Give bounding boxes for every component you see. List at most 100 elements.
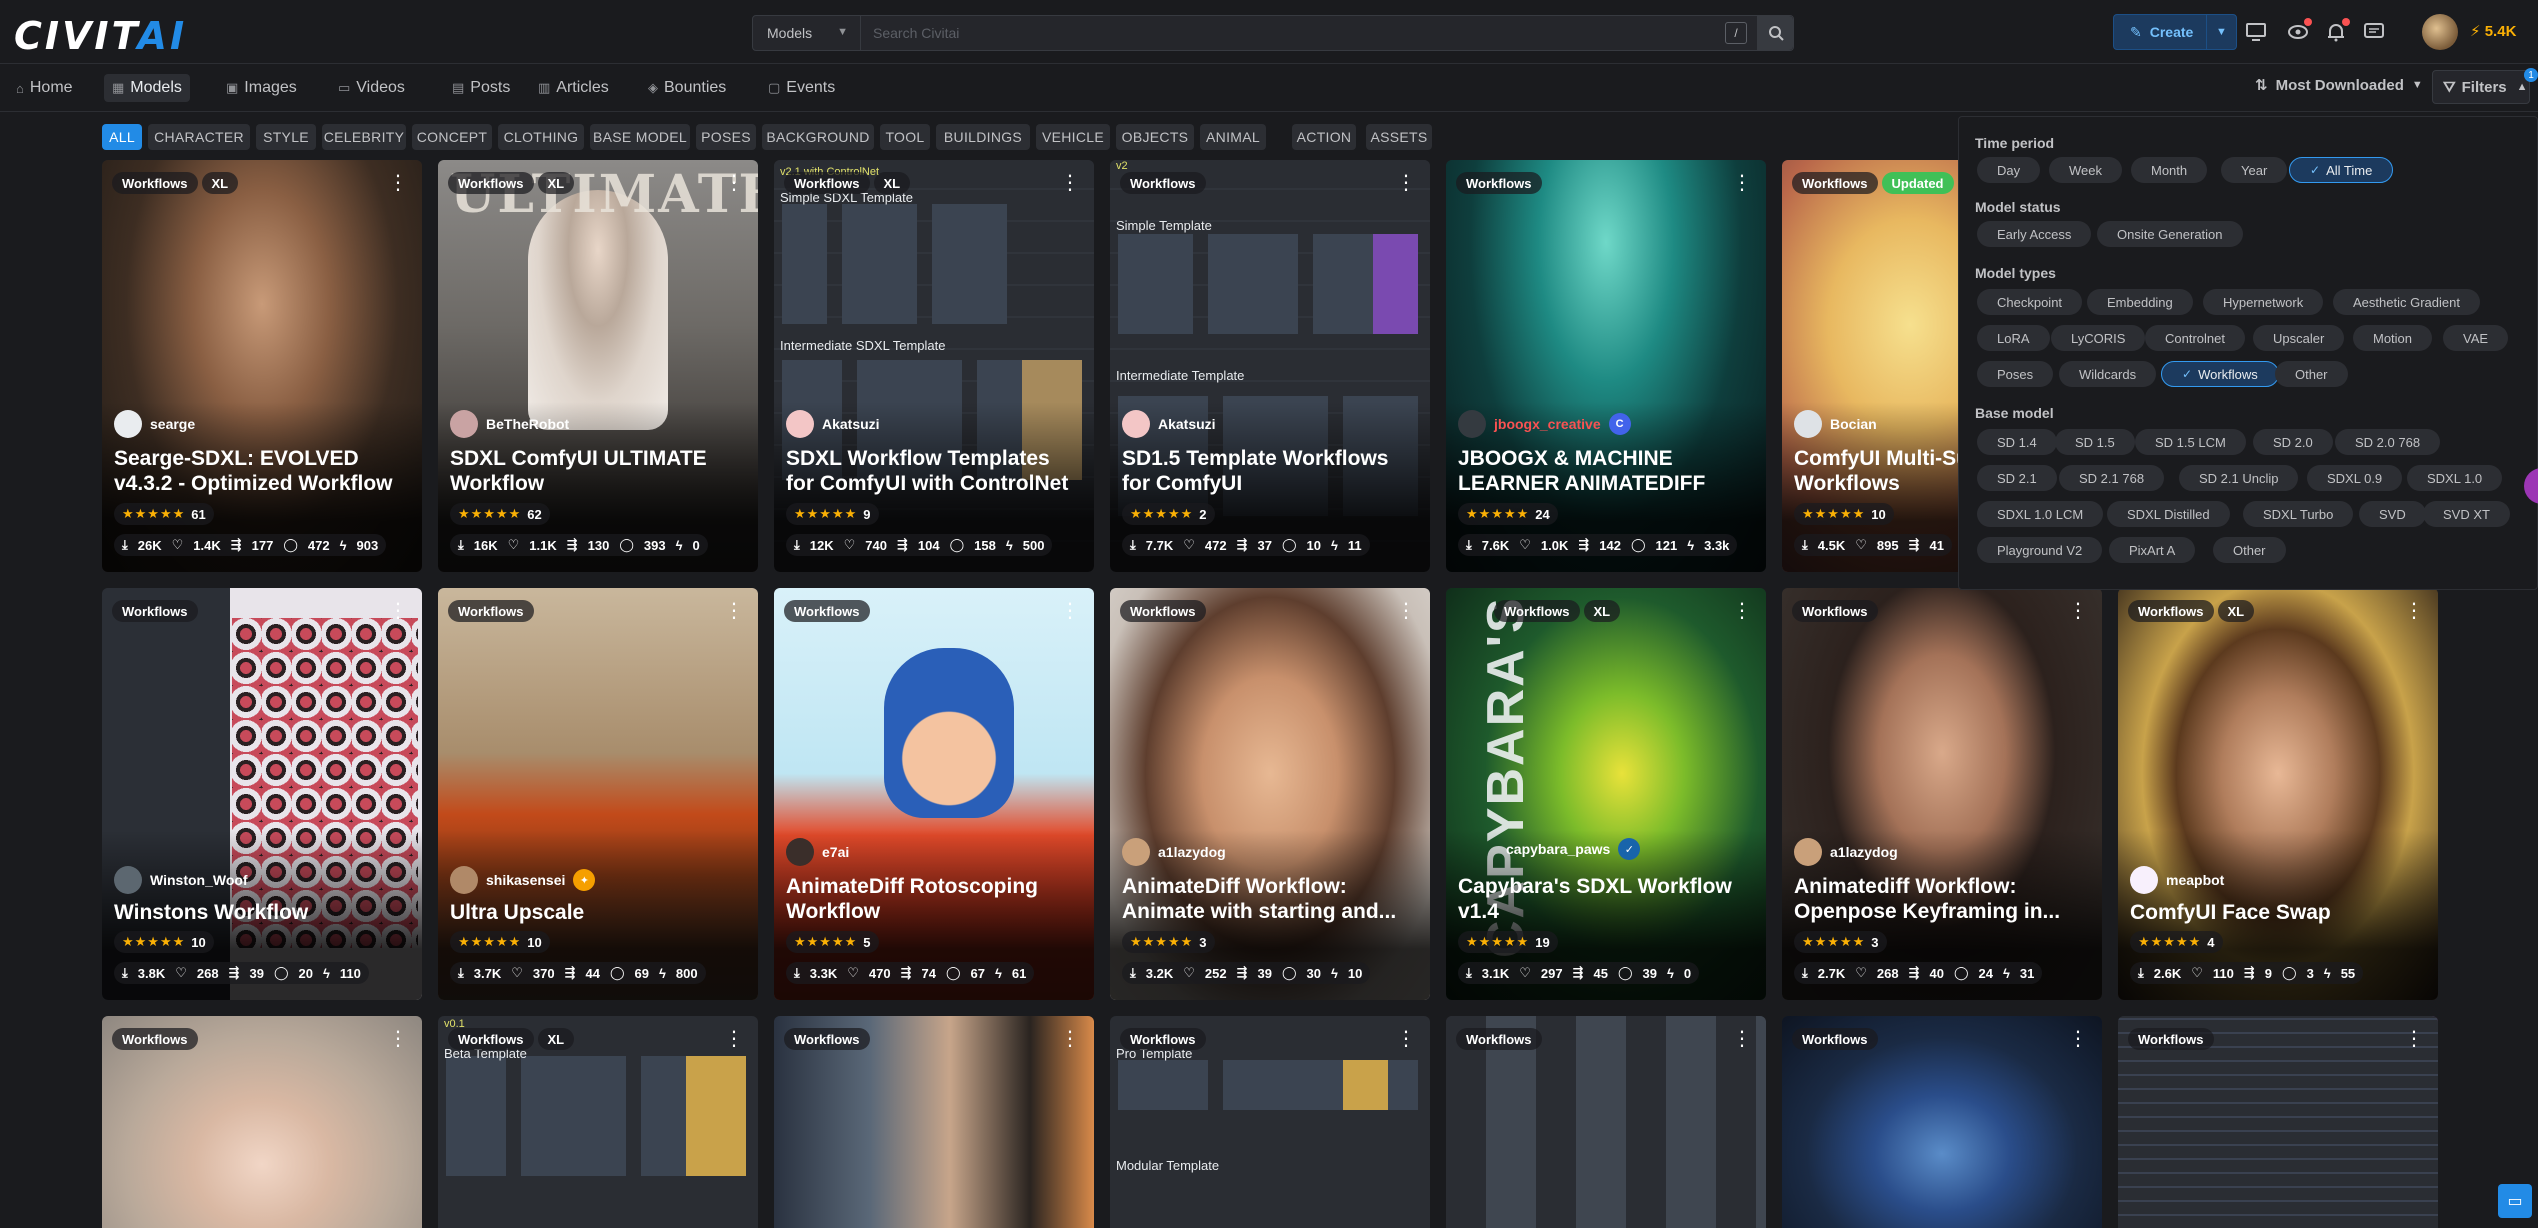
nav-posts[interactable]: ▤ Posts	[444, 74, 518, 102]
model-card[interactable]: Workflows ⋮ a1lazydog AnimateDiff Workfl…	[1110, 588, 1430, 1000]
chip-poses[interactable]: POSES	[696, 124, 756, 150]
card-title[interactable]: ComfyUI Face Swap Workflow	[2130, 900, 2426, 926]
chip-character[interactable]: CHARACTER	[148, 124, 250, 150]
card-title[interactable]: Ultra Upscale	[450, 900, 746, 926]
filter-base-sd-2-1-unclip[interactable]: SD 2.1 Unclip	[2179, 465, 2299, 491]
filter-base-other[interactable]: Other	[2213, 537, 2286, 563]
chip-objects[interactable]: OBJECTS	[1116, 124, 1194, 150]
chip-tool[interactable]: TOOL	[880, 124, 930, 150]
more-options-icon[interactable]: ⋮	[388, 172, 408, 194]
filter-base-sdxl-1-0-lcm[interactable]: SDXL 1.0 LCM	[1977, 501, 2104, 527]
more-options-icon[interactable]: ⋮	[2404, 600, 2424, 622]
nav-articles[interactable]: ▥ Articles	[530, 74, 617, 102]
card-creator[interactable]: BeTheRobot	[450, 410, 569, 438]
model-card[interactable]: v0.1 Beta Template Workflows XL ⋮	[438, 1016, 758, 1228]
model-card[interactable]: Workflows ⋮	[2118, 1016, 2438, 1228]
filter-type-checkpoint[interactable]: Checkpoint	[1977, 289, 2083, 315]
filter-type-embedding[interactable]: Embedding	[2087, 289, 2193, 315]
buzz-balance[interactable]: ⚡ 5.4K	[2470, 22, 2516, 40]
civitai-logo[interactable]: CIVITAI	[14, 14, 187, 58]
support-chat-button[interactable]: ▭	[2498, 1184, 2532, 1218]
more-options-icon[interactable]: ⋮	[1396, 1028, 1416, 1050]
more-options-icon[interactable]: ⋮	[388, 600, 408, 622]
filter-base-sd-1-5[interactable]: SD 1.5	[2055, 429, 2135, 455]
model-card[interactable]: ULTIMATE Workflows XL ⋮ BeTheRobot SDXL C…	[438, 160, 758, 572]
card-creator[interactable]: capybara_paws ✓	[1506, 838, 1641, 860]
model-card[interactable]: Workflows ⋮ Winston_Woof Winstons Workfl…	[102, 588, 422, 1000]
filter-type-upscaler[interactable]: Upscaler	[2253, 325, 2345, 351]
chip-buildings[interactable]: BUILDINGS	[936, 124, 1030, 150]
filter-time-day[interactable]: Day	[1977, 157, 2041, 183]
filter-base-pixart-a[interactable]: PixArt A	[2109, 537, 2196, 563]
chip-celebrity[interactable]: CELEBRITY	[322, 124, 406, 150]
filter-type-aesthetic-gradient[interactable]: Aesthetic Gradient	[2333, 289, 2480, 315]
more-options-icon[interactable]: ⋮	[1060, 172, 1080, 194]
chip-assets[interactable]: ASSETS	[1366, 124, 1432, 150]
card-title[interactable]: SD1.5 Template Workflows for ComfyUI	[1122, 446, 1418, 496]
filter-base-sdxl-0-9[interactable]: SDXL 0.9	[2307, 465, 2403, 491]
filter-type-motion[interactable]: Motion	[2353, 325, 2433, 351]
filter-base-sd-2-0[interactable]: SD 2.0	[2253, 429, 2333, 455]
chip-animal[interactable]: ANIMAL	[1200, 124, 1266, 150]
more-options-icon[interactable]: ⋮	[1732, 1028, 1752, 1050]
model-card[interactable]: Workflows ⋮ e7ai AnimateDiff Rotoscoping…	[774, 588, 1094, 1000]
filter-status-early-access[interactable]: Early Access	[1977, 221, 2092, 247]
filter-status-onsite-generation[interactable]: Onsite Generation	[2097, 221, 2243, 247]
filter-type-lycoris[interactable]: LyCORIS	[2051, 325, 2146, 351]
filter-base-sdxl-turbo[interactable]: SDXL Turbo	[2243, 501, 2354, 527]
user-avatar[interactable]	[2422, 14, 2458, 50]
more-options-icon[interactable]: ⋮	[1732, 172, 1752, 194]
chip-concept[interactable]: CONCEPT	[412, 124, 492, 150]
more-options-icon[interactable]: ⋮	[2068, 1028, 2088, 1050]
card-creator[interactable]: searge	[114, 410, 195, 438]
filter-type-poses[interactable]: Poses	[1977, 361, 2054, 387]
more-options-icon[interactable]: ⋮	[2068, 600, 2088, 622]
model-card[interactable]: v2 Simple Template Intermediate Template…	[1110, 160, 1430, 572]
model-card[interactable]: v2.1 with ControlNet Simple SDXL Templat…	[774, 160, 1094, 572]
more-options-icon[interactable]: ⋮	[724, 172, 744, 194]
nav-home[interactable]: ⌂ Home	[8, 74, 81, 102]
card-title[interactable]: Animatediff Workflow: Openpose Keyframin…	[1794, 874, 2090, 924]
filter-type-controlnet[interactable]: Controlnet	[2145, 325, 2245, 351]
nav-videos[interactable]: ▭ Videos	[330, 74, 413, 102]
search-input[interactable]	[861, 16, 1725, 50]
filter-type-lora[interactable]: LoRA	[1977, 325, 2050, 351]
card-creator[interactable]: Bocian	[1794, 410, 1877, 438]
eye-badge-icon[interactable]	[2286, 18, 2312, 44]
model-card[interactable]: Workflows XL ⋮ searge Searge-SDXL: EVOLVE…	[102, 160, 422, 572]
model-card[interactable]: Workflows XL ⋮ meapbot ComfyUI Face Swap …	[2118, 588, 2438, 1000]
nav-images[interactable]: ▣ Images	[218, 74, 305, 102]
card-title[interactable]: Searge-SDXL: EVOLVED v4.3.2 - Optimized …	[114, 446, 410, 496]
model-card[interactable]: Workflows ⋮	[102, 1016, 422, 1228]
card-creator[interactable]: Winston_Woof	[114, 866, 248, 894]
filter-base-sdxl-distilled[interactable]: SDXL Distilled	[2107, 501, 2230, 527]
card-creator[interactable]: shikasensei ✦	[450, 866, 596, 894]
bell-icon[interactable]	[2324, 18, 2350, 44]
card-creator[interactable]: Akatsuzi	[1122, 410, 1216, 438]
filter-type-vae[interactable]: VAE	[2443, 325, 2509, 351]
chip-background[interactable]: BACKGROUND	[762, 124, 874, 150]
filter-type-wildcards[interactable]: Wildcards	[2059, 361, 2157, 387]
card-title[interactable]: SDXL Workflow Templates for ComfyUI with…	[786, 446, 1082, 496]
model-card[interactable]: Pro Template Modular Template Workflows …	[1110, 1016, 1430, 1228]
more-options-icon[interactable]: ⋮	[1396, 600, 1416, 622]
more-options-icon[interactable]: ⋮	[2404, 1028, 2424, 1050]
sort-select[interactable]: ⇅ Most Downloaded ▼	[2255, 76, 2423, 95]
card-title[interactable]: Winstons Workflow Collection	[114, 900, 410, 926]
card-creator[interactable]: e7ai	[786, 838, 849, 866]
card-creator[interactable]: a1lazydog	[1794, 838, 1898, 866]
filter-type-other[interactable]: Other	[2275, 361, 2348, 387]
create-button[interactable]: ✎ Create ▼	[2113, 14, 2237, 50]
card-title[interactable]: JBOOGX & MACHINE LEARNER ANIMATEDIFF WOR…	[1458, 446, 1754, 496]
filter-type-hypernetwork[interactable]: Hypernetwork	[2203, 289, 2324, 315]
card-creator[interactable]: a1lazydog	[1122, 838, 1226, 866]
more-options-icon[interactable]: ⋮	[724, 1028, 744, 1050]
card-creator[interactable]: jboogx_creative C	[1458, 410, 1631, 438]
model-card[interactable]: Workflows ⋮ a1lazydog Animatediff Workfl…	[1782, 588, 2102, 1000]
upload-screen-icon[interactable]	[2244, 20, 2268, 44]
filter-time-all-time[interactable]: All Time	[2289, 157, 2394, 183]
model-card[interactable]: Workflows ⋮ shikasensei ✦ Ultra Upscale ★…	[438, 588, 758, 1000]
model-card[interactable]: Workflows ⋮	[774, 1016, 1094, 1228]
card-title[interactable]: SDXL ComfyUI ULTIMATE Workflow	[450, 446, 746, 496]
filter-time-month[interactable]: Month	[2131, 157, 2208, 183]
